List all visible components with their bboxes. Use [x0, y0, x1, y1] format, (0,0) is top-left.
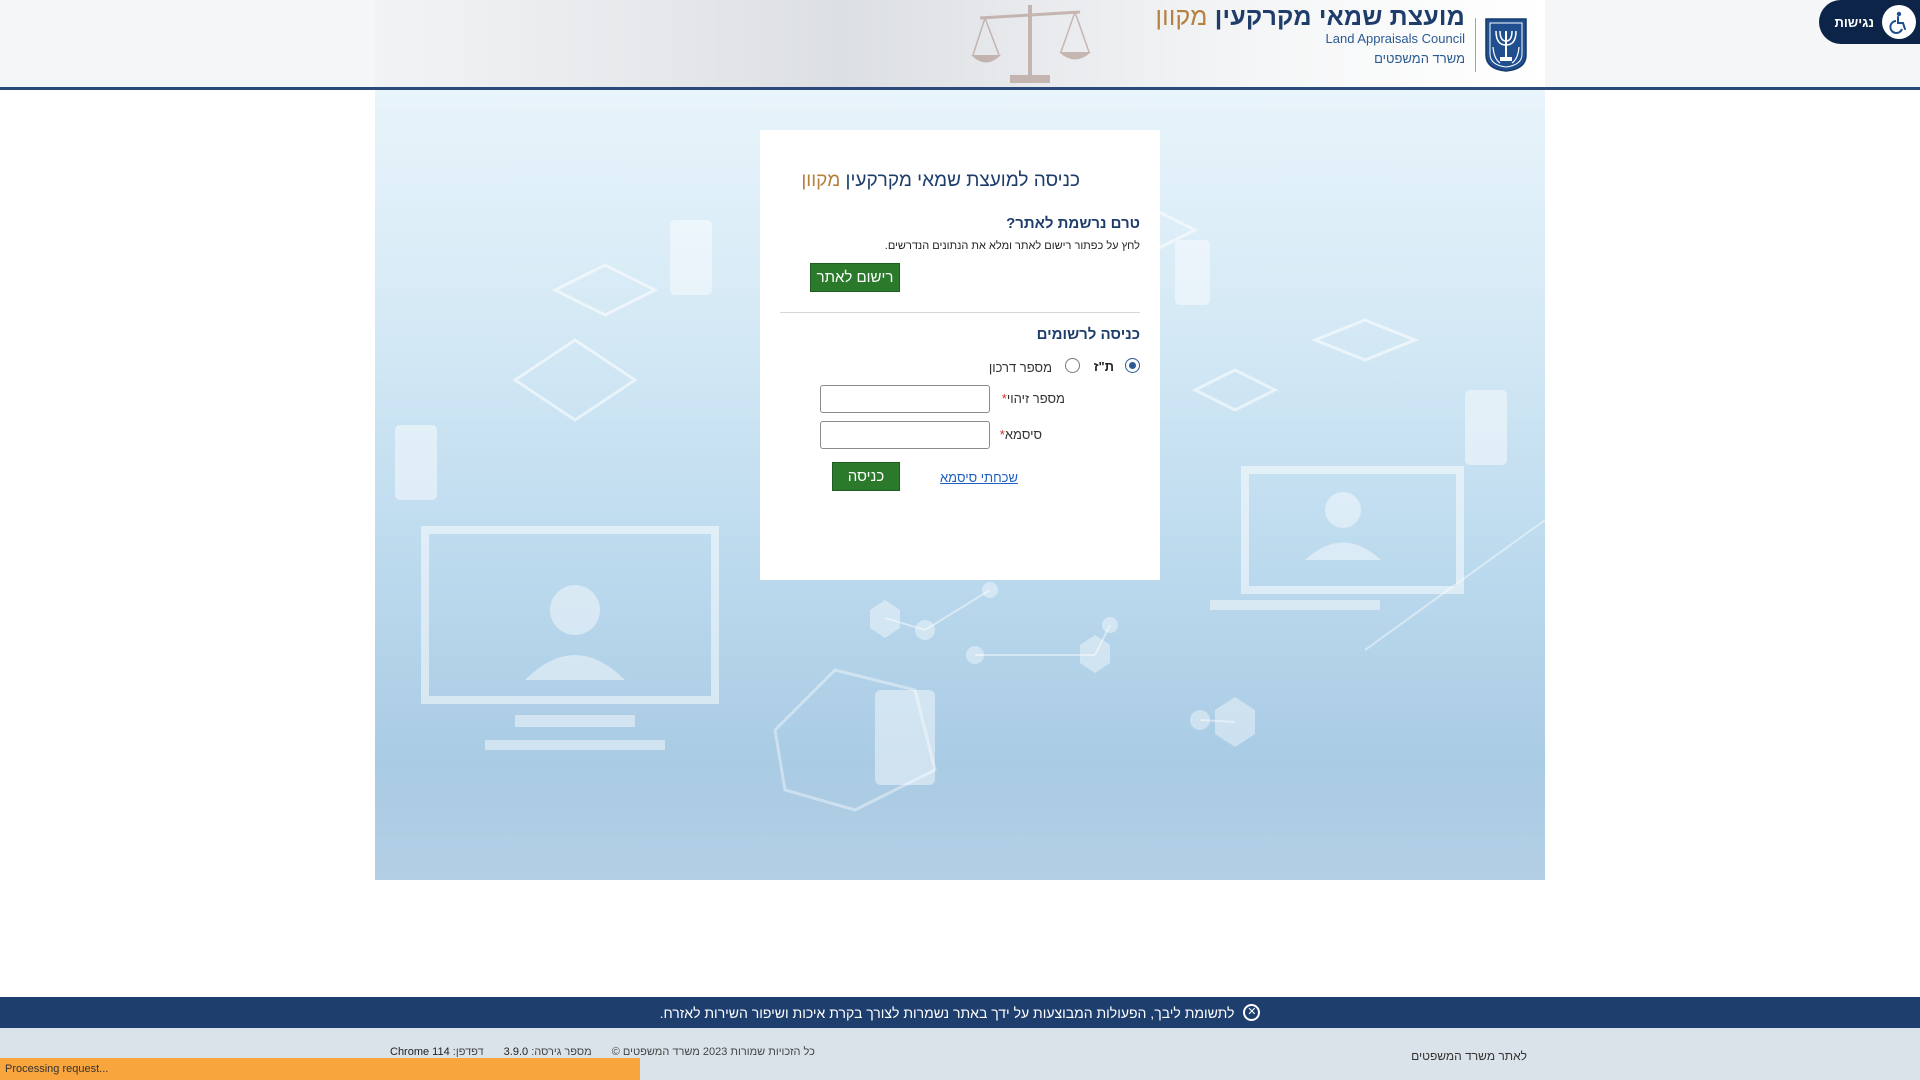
password-label: סיסמא*: [1000, 427, 1042, 442]
browser-value: Chrome 114: [390, 1046, 450, 1058]
browser-label: דפדפן:: [452, 1046, 484, 1058]
version-value: 3.9.0: [503, 1046, 529, 1058]
site-title[interactable]: מועצת שמאי מקרקעין מקוון: [1155, 3, 1465, 32]
site-subtitle: Land Appraisals Council: [1325, 31, 1465, 46]
login-card: כניסה למועצת שמאי מקרקעין מקוון טרם נרשמ…: [760, 130, 1160, 580]
login-heading: כניסה לרשומים: [1036, 326, 1140, 343]
footer-info: דפדפן: Chrome 114 מספר גירסה: 3.9.0 כל ה…: [390, 1046, 815, 1058]
version-info: מספר גירסה: 3.9.0: [504, 1046, 592, 1058]
accessibility-button[interactable]: נגישות: [1819, 0, 1920, 44]
password-input[interactable]: [820, 421, 990, 449]
register-instructions: לחץ על כפתור רישום לאתר ומלא את הנתונים …: [884, 240, 1140, 252]
card-title-online: מקוון: [801, 170, 841, 191]
card-divider: [780, 312, 1140, 313]
register-button[interactable]: רישום לאתר: [810, 263, 900, 292]
login-button[interactable]: כניסה: [832, 462, 900, 491]
id-type-radio-passport-label: מספר דרכון: [988, 360, 1052, 375]
copyright: כל הזכויות שמורות 2023 משרד המשפטים ©: [611, 1046, 815, 1058]
accessibility-label: נגישות: [1834, 14, 1874, 30]
id-type-radio-id[interactable]: [1125, 358, 1140, 373]
password-label-text: סיסמא: [1004, 427, 1042, 442]
card-title-main: כניסה למועצת שמאי מקרקעין: [845, 170, 1080, 191]
wheelchair-icon: [1882, 5, 1916, 39]
id-type-radio-id-label: ת"ז: [1093, 359, 1114, 374]
notice-bar: ✕ לתשומת ליבך, הפעולות המבוצעות על ידך ב…: [0, 997, 1920, 1028]
state-emblem-icon: [1485, 18, 1527, 72]
id-type-radio-passport[interactable]: [1065, 358, 1080, 373]
header-divider: [1475, 18, 1476, 72]
card-title: כניסה למועצת שמאי מקרקעין מקוון: [801, 170, 1080, 192]
browser-info: דפדפן: Chrome 114: [390, 1046, 484, 1058]
ministry-site-link[interactable]: לאתר משרד המשפטים: [1411, 1049, 1527, 1063]
processing-status: Processing request...: [0, 1058, 640, 1080]
id-number-label-text: מספר זיהוי: [1006, 391, 1065, 406]
notice-text: לתשומת ליבך, הפעולות המבוצעות על ידך באת…: [659, 1004, 1235, 1021]
ministry-name: משרד המשפטים: [1374, 51, 1465, 66]
close-icon[interactable]: ✕: [1243, 1004, 1261, 1021]
site-title-online: מקוון: [1155, 3, 1208, 31]
id-number-label: מספר זיהוי*: [1002, 391, 1065, 406]
version-label: מספר גירסה:: [531, 1046, 592, 1058]
site-header: מועצת שמאי מקרקעין מקוון Land Appraisals…: [0, 0, 1920, 90]
site-title-main: מועצת שמאי מקרקעין: [1214, 3, 1465, 31]
id-number-input[interactable]: [820, 385, 990, 413]
register-heading: טרם נרשמת לאתר?: [1006, 215, 1140, 232]
forgot-password-link[interactable]: שכחתי סיסמא: [940, 470, 1018, 485]
scales-of-justice-icon: [971, 5, 1091, 83]
